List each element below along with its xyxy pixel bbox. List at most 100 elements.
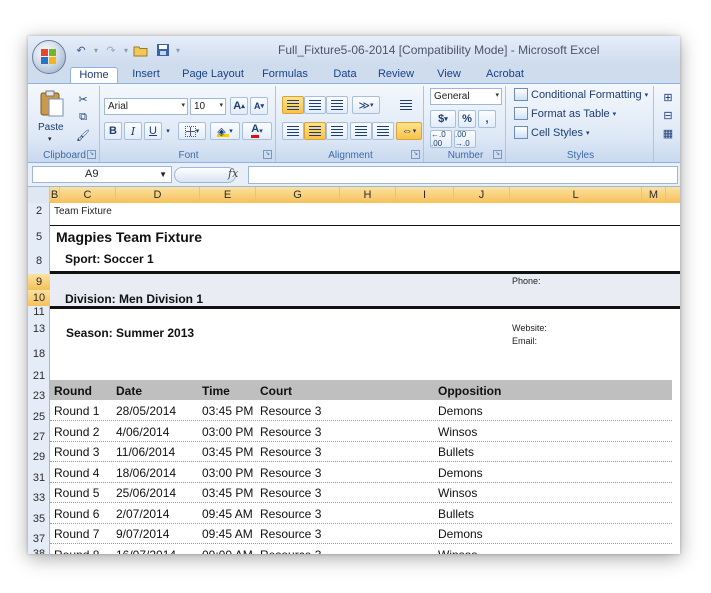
fill-color-button[interactable]: ◈ ▾ <box>210 122 240 140</box>
align-left-button[interactable] <box>282 122 304 140</box>
table-row[interactable]: Round 3 11/06/2014 03:45 PM Resource 3 Bulle… <box>50 442 672 462</box>
wrap-text-icon[interactable] <box>396 96 416 114</box>
name-box-dropdown-icon[interactable]: ▼ <box>159 170 167 179</box>
select-all-corner[interactable] <box>28 187 50 203</box>
row-header[interactable]: 2 <box>28 205 50 217</box>
tab-view[interactable]: View <box>432 67 466 84</box>
row-header-selected[interactable]: 9 <box>28 274 50 290</box>
comma-button[interactable]: , <box>478 110 496 128</box>
column-header-b[interactable]: B <box>50 187 60 203</box>
cut-icon[interactable]: ✂ <box>74 90 92 108</box>
increase-indent-button[interactable] <box>372 122 394 140</box>
font-family-dropdown-icon[interactable]: ▾ <box>181 101 185 109</box>
row-header[interactable]: 8 <box>28 255 50 267</box>
column-header-partial[interactable] <box>666 187 680 203</box>
number-format-select[interactable]: General ▾ <box>430 88 502 105</box>
row-header-selected[interactable]: 10 <box>28 290 50 306</box>
column-header-i[interactable]: I <box>396 187 454 203</box>
office-button[interactable] <box>32 40 66 74</box>
row-header[interactable]: 31 <box>28 472 50 484</box>
redo-dropdown-icon[interactable]: ▾ <box>124 46 128 55</box>
undo-icon[interactable]: ↶ <box>72 42 90 58</box>
decrease-decimal-button[interactable]: .00 →.0 <box>454 130 476 148</box>
copy-icon[interactable]: ⧉ <box>74 108 92 126</box>
customize-toolbar-icon[interactable]: ▾ <box>176 46 180 55</box>
row-header[interactable]: 37 <box>28 533 50 545</box>
conditional-formatting-button[interactable]: Conditional Formatting ▾ <box>514 88 648 101</box>
redo-icon[interactable]: ↷ <box>102 42 120 58</box>
format-cells-icon[interactable]: ▦ <box>660 124 676 142</box>
tab-page-layout[interactable]: Page Layout <box>180 67 246 84</box>
column-header-h[interactable]: H <box>340 187 396 203</box>
grow-font-button[interactable]: A ▴ <box>230 97 248 115</box>
font-color-button[interactable]: A ▾ <box>242 122 272 140</box>
align-center-button[interactable] <box>304 122 326 140</box>
row-header[interactable]: 11 <box>28 306 50 318</box>
table-row[interactable]: Round 6 2/07/2014 09:45 AM Resource 3 Bullet… <box>50 504 672 524</box>
insert-cells-icon[interactable]: ⊞ <box>660 88 676 106</box>
alignment-launcher-icon[interactable]: ↘ <box>411 150 420 159</box>
delete-cells-icon[interactable]: ⊟ <box>660 106 676 124</box>
orientation-button[interactable]: ≫ ▾ <box>352 96 380 114</box>
formula-bar-resize-handle[interactable] <box>174 167 236 183</box>
column-header-d[interactable]: D <box>116 187 200 203</box>
row-header[interactable]: 29 <box>28 451 50 463</box>
format-as-table-button[interactable]: Format as Table ▾ <box>514 107 616 120</box>
align-middle-button[interactable] <box>304 96 326 114</box>
column-header-c[interactable]: C <box>60 187 116 203</box>
sheet-grid[interactable]: Team Fixture Magpies Team Fixture Sport:… <box>50 203 680 554</box>
row-header[interactable]: 18 <box>28 348 50 360</box>
font-size-dropdown-icon[interactable]: ▾ <box>219 101 223 109</box>
font-launcher-icon[interactable]: ↘ <box>263 150 272 159</box>
table-row[interactable]: Round 8 16/07/2014 09:00 AM Resource 3 Winso… <box>50 545 672 555</box>
insert-function-icon[interactable]: fx <box>228 167 238 180</box>
paste-button[interactable]: Paste ▾ <box>36 90 68 146</box>
column-header-g[interactable]: G <box>256 187 340 203</box>
percent-button[interactable]: % <box>458 110 476 128</box>
formula-input[interactable] <box>248 166 678 184</box>
currency-button[interactable]: $ ▾ <box>430 110 456 128</box>
clipboard-launcher-icon[interactable]: ↘ <box>87 150 96 159</box>
bold-button[interactable]: B <box>104 122 122 140</box>
cell-styles-button[interactable]: Cell Styles ▾ <box>514 126 589 139</box>
tab-formulas[interactable]: Formulas <box>260 67 310 84</box>
underline-dropdown-icon[interactable]: ▾ <box>164 122 172 140</box>
table-row[interactable]: Round 1 28/05/2014 03:45 PM Resource 3 Demon… <box>50 401 672 421</box>
row-header[interactable]: 27 <box>28 431 50 443</box>
tab-data[interactable]: Data <box>328 67 362 84</box>
row-header[interactable]: 23 <box>28 390 50 402</box>
table-row[interactable]: Round 7 9/07/2014 09:45 AM Resource 3 Demons <box>50 524 672 544</box>
font-size-select[interactable]: 10 ▾ <box>190 98 226 115</box>
row-header[interactable]: 21 <box>28 370 50 382</box>
column-header-j[interactable]: J <box>454 187 510 203</box>
number-launcher-icon[interactable]: ↘ <box>493 150 502 159</box>
tab-acrobat[interactable]: Acrobat <box>482 67 528 84</box>
table-row[interactable]: Round 2 4/06/2014 03:00 PM Resource 3 Winsos <box>50 422 672 442</box>
row-header[interactable]: 35 <box>28 513 50 525</box>
save-icon[interactable] <box>154 42 172 58</box>
align-top-button[interactable] <box>282 96 304 114</box>
row-header[interactable]: 13 <box>28 323 50 335</box>
name-box[interactable]: A9 ▼ <box>32 166 172 183</box>
underline-button[interactable]: U <box>144 122 162 140</box>
column-header-e[interactable]: E <box>200 187 256 203</box>
tab-review[interactable]: Review <box>376 67 416 84</box>
decrease-indent-button[interactable] <box>350 122 372 140</box>
italic-button[interactable]: I <box>124 122 142 140</box>
row-header[interactable]: 25 <box>28 411 50 423</box>
tab-insert[interactable]: Insert <box>124 67 168 84</box>
undo-dropdown-icon[interactable]: ▾ <box>94 46 98 55</box>
format-painter-icon[interactable]: 🖌 <box>74 126 92 144</box>
align-right-button[interactable] <box>326 122 348 140</box>
borders-button[interactable]: ▾ <box>178 122 206 140</box>
row-header[interactable]: 38 <box>28 548 50 554</box>
row-header[interactable]: 5 <box>28 231 50 243</box>
paste-dropdown-icon[interactable]: ▾ <box>48 135 52 143</box>
column-header-l[interactable]: L <box>510 187 642 203</box>
row-header[interactable]: 33 <box>28 492 50 504</box>
number-format-dropdown-icon[interactable]: ▾ <box>495 91 499 99</box>
tab-home[interactable]: Home <box>70 67 118 84</box>
merge-center-button[interactable]: ⇔ ▾ <box>396 122 422 140</box>
table-row[interactable]: Round 5 25/06/2014 03:45 PM Resource 3 Winso… <box>50 483 672 503</box>
increase-decimal-button[interactable]: ←.0 .00 <box>430 130 452 148</box>
